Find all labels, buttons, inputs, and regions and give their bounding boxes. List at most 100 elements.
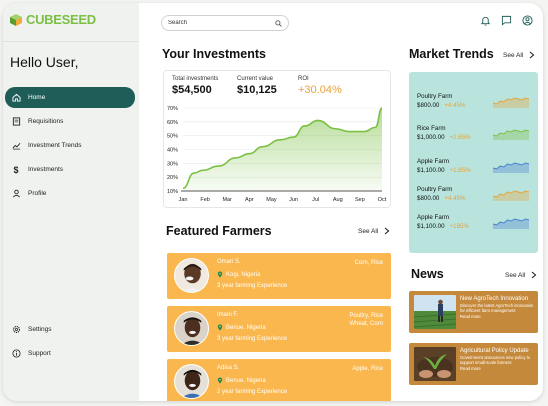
market-item[interactable]: Apple Farm $1,100.00 +1.85% <box>417 158 471 174</box>
sparkline <box>493 97 529 108</box>
gear-icon <box>11 325 21 335</box>
market-item-name: Apple Farm <box>417 214 449 221</box>
news-headline: New AgroTech Innovation <box>460 296 529 302</box>
farmer-experience: 3 year farming Experience <box>217 336 288 342</box>
news-image <box>414 347 456 381</box>
news-card[interactable]: Agricultural Policy Update Government an… <box>409 343 538 385</box>
farmer-card[interactable]: Omari S. Kogi, Nigeria 3 year farming Ex… <box>167 253 391 299</box>
logo-text: CUBESEED <box>26 12 96 27</box>
x-tick-label: Jul <box>312 197 319 203</box>
account-icon[interactable] <box>522 15 533 26</box>
sidebar-item-label: Requisitions <box>28 118 64 125</box>
farmer-card[interactable]: Imani F. Benue, Nigeria 3 year farming E… <box>167 306 391 352</box>
x-tick-label: May <box>266 197 277 203</box>
farmer-card[interactable]: Adisa S. Benue, Nigeria 2 year farming E… <box>167 359 391 401</box>
location-text: Kogi, Nigeria <box>226 271 261 278</box>
market-item[interactable]: Apple Farm $1,100.00 +185% <box>417 214 469 230</box>
news-summary: Government announces new policy to suppo… <box>460 355 536 371</box>
chevron-right-icon <box>531 271 537 279</box>
market-item-name: Poultry Farm <box>417 186 453 193</box>
search-icon[interactable] <box>275 14 282 32</box>
chat-icon[interactable] <box>501 15 512 26</box>
market-item-price: $1,100.00 <box>417 223 445 230</box>
chevron-right-icon <box>529 51 535 59</box>
stat-value: $54,500 <box>172 84 212 96</box>
market-item[interactable]: Poultry Farm $800.00 +4.45% <box>417 186 466 202</box>
market-item-name: Rice Farm <box>417 125 446 132</box>
home-icon <box>11 93 21 103</box>
sidebar: CUBESEED Hello User, Home Requisitions I… <box>3 3 139 401</box>
farmers-title: Featured Farmers <box>166 224 272 238</box>
sparkline <box>493 162 529 173</box>
read-more-link[interactable]: Read more <box>460 314 536 319</box>
header-actions <box>480 15 533 26</box>
farmer-location: Benue, Nigeria <box>217 324 266 331</box>
farmer-location: Kogi, Nigeria <box>217 271 260 278</box>
location-pin-icon <box>217 271 223 278</box>
y-tick-label: 70% <box>167 106 178 112</box>
news-card[interactable]: New AgroTech Innovation Discover the lat… <box>409 291 538 333</box>
market-item[interactable]: Poultry Farm $800.00 +4.45% <box>417 93 466 109</box>
divider <box>3 41 139 42</box>
market-see-all-link[interactable]: See All <box>503 51 535 59</box>
search-bar[interactable] <box>161 15 289 31</box>
investment-area-chart: 10% 20% 30% 40% 50% 60% 70% Jan Feb Mar Apr May Jun J… <box>167 106 387 203</box>
farmer-name: Omari S. <box>217 259 241 265</box>
sidebar-item-support[interactable]: Support <box>5 343 135 364</box>
market-item-change: +4.45% <box>444 195 466 202</box>
main-content: Your Investments Total investments $54,5… <box>139 3 543 401</box>
market-item-change: +1.85% <box>449 167 471 174</box>
farmers-see-all-link[interactable]: See All <box>358 227 390 235</box>
sparkline <box>493 129 529 140</box>
sidebar-item-investments[interactable]: $ Investments <box>5 159 135 180</box>
x-tick-label: Jan <box>179 197 188 203</box>
market-item-name: Poultry Farm <box>417 93 453 100</box>
news-description: Government announces new policy to suppo… <box>460 355 531 366</box>
market-item-change: +185% <box>449 223 469 230</box>
roi-stat: ROI +30.04% <box>298 76 342 96</box>
sidebar-item-label: Support <box>28 350 51 357</box>
dollar-icon: $ <box>13 164 19 175</box>
sparkline <box>493 190 529 201</box>
chevron-right-icon <box>384 227 390 235</box>
sidebar-item-label: Home <box>28 94 46 101</box>
user-icon <box>11 189 21 199</box>
market-item-price: $1,100.00 <box>417 167 445 174</box>
sidebar-item-investment-trends[interactable]: Investment Trends <box>5 135 135 156</box>
x-tick-label: Oct <box>378 197 387 203</box>
market-item[interactable]: Rice Farm $1,000.00 +2.65% <box>417 125 471 141</box>
news-image <box>414 295 456 329</box>
sidebar-item-settings[interactable]: Settings <box>5 319 135 340</box>
y-tick-label: 60% <box>167 120 178 126</box>
requisitions-icon <box>11 117 21 127</box>
market-trends-panel: Poultry Farm $800.00 +4.45% Rice Farm $1,… <box>409 72 538 253</box>
bell-icon[interactable] <box>480 15 491 26</box>
news-see-all-link[interactable]: See All <box>505 271 537 279</box>
sidebar-item-requisitions[interactable]: Requisitions <box>5 111 135 132</box>
read-more-link[interactable]: Read more <box>460 366 536 371</box>
investments-title: Your Investments <box>162 47 266 61</box>
location-pin-icon <box>217 324 223 331</box>
market-item-name: Apple Farm <box>417 158 449 165</box>
news-description: Discover the latest AgroTech innovation … <box>460 303 534 314</box>
see-all-label: See All <box>505 271 526 279</box>
x-tick-label: Aug <box>333 197 343 203</box>
stat-label: ROI <box>298 76 309 82</box>
stat-value: $10,125 <box>237 84 277 96</box>
sidebar-item-home[interactable]: Home <box>5 87 135 108</box>
stat-label: Total investments <box>172 76 219 82</box>
market-item-price: $800.00 <box>417 195 440 202</box>
location-text: Benue, Nigeria <box>226 324 266 331</box>
x-tick-label: Jun <box>289 197 298 203</box>
y-tick-label: 10% <box>167 189 178 195</box>
y-tick-label: 20% <box>167 175 178 181</box>
sidebar-item-profile[interactable]: Profile <box>5 183 135 204</box>
investments-card: Total investments $54,500 Current value … <box>163 70 391 208</box>
farmer-name: Imani F. <box>217 312 239 318</box>
farmer-avatar <box>174 258 209 293</box>
news-summary: Discover the latest AgroTech innovation … <box>460 303 536 319</box>
news-title: News <box>411 267 444 281</box>
search-input[interactable] <box>168 20 268 26</box>
logo[interactable]: CUBESEED <box>9 12 96 27</box>
sparkline <box>493 218 529 229</box>
